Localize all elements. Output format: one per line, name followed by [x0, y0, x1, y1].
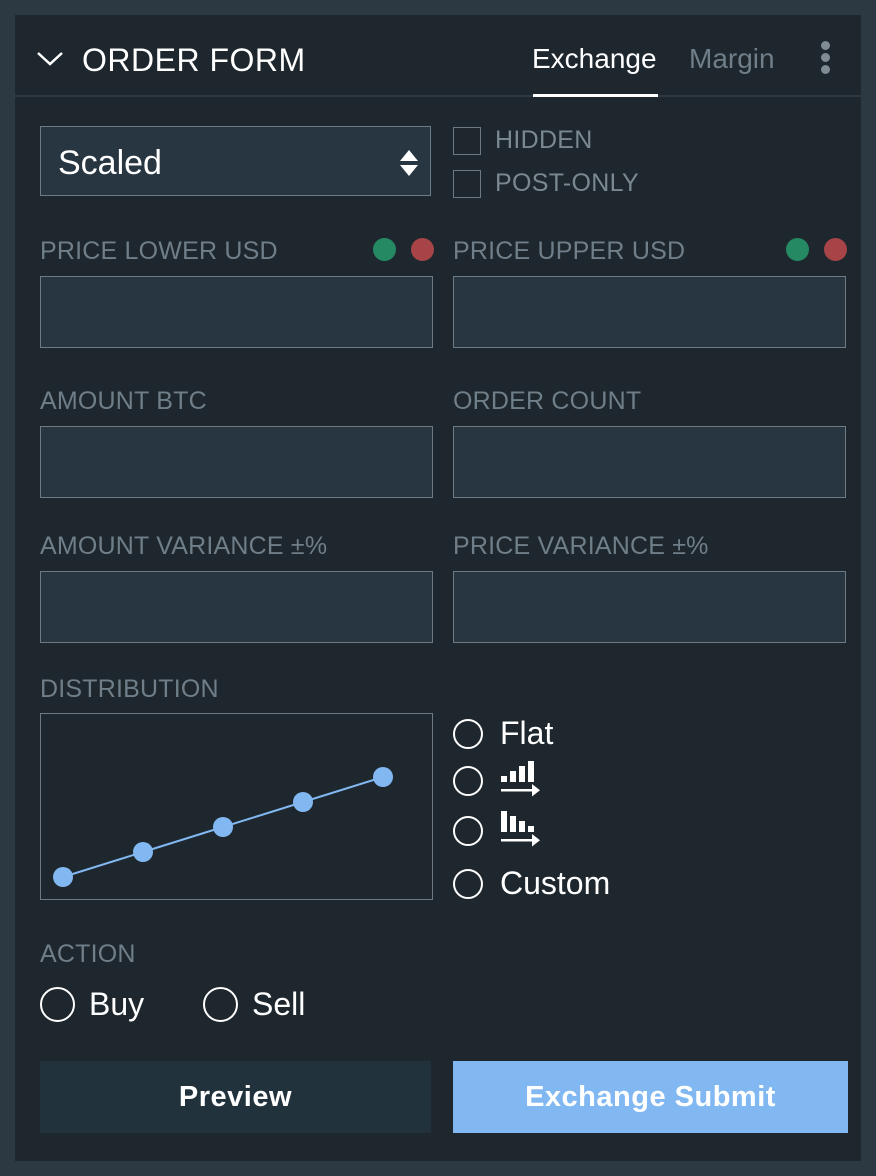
- active-tab-indicator: [533, 94, 658, 97]
- distribution-point[interactable]: [53, 867, 73, 887]
- hidden-checkbox-row[interactable]: HIDDEN: [453, 126, 593, 155]
- price-lower-bid-dot[interactable]: [373, 238, 396, 261]
- action-label: ACTION: [40, 940, 136, 968]
- radio-button[interactable]: [453, 868, 483, 899]
- amount-label: AMOUNT BTC: [40, 387, 207, 415]
- radio-button[interactable]: [453, 766, 483, 796]
- order-form-panel: ORDER FORM Exchange Margin Scaled HIDDEN…: [15, 15, 861, 1161]
- panel-header: ORDER FORM Exchange Margin: [15, 15, 861, 97]
- distribution-option-flat[interactable]: Flat: [453, 715, 553, 752]
- distribution-option-custom[interactable]: Custom: [453, 865, 610, 902]
- distribution-point[interactable]: [293, 792, 313, 812]
- kebab-dot: [820, 53, 830, 62]
- distribution-point[interactable]: [133, 842, 153, 862]
- amount-variance-label: AMOUNT VARIANCE ±%: [40, 532, 328, 560]
- post-only-checkbox-row[interactable]: POST-ONLY: [453, 169, 639, 198]
- tab-exchange[interactable]: Exchange: [532, 43, 657, 75]
- radio-button[interactable]: [203, 987, 238, 1022]
- kebab-dot: [820, 41, 830, 50]
- action-option-label: Buy: [89, 986, 145, 1022]
- distribution-point[interactable]: [373, 767, 393, 787]
- distribution-option-descending[interactable]: [453, 811, 542, 851]
- action-option-label: Sell: [252, 986, 306, 1022]
- distribution-option-ascending[interactable]: [453, 761, 542, 801]
- post-only-checkbox[interactable]: [453, 169, 481, 198]
- action-option-buy[interactable]: Buy: [40, 986, 144, 1023]
- price-variance-input[interactable]: [453, 571, 846, 643]
- order-type-value: Scaled: [58, 144, 162, 182]
- price-lower-ask-dot[interactable]: [411, 238, 434, 261]
- sort-arrows-icon: [400, 150, 418, 176]
- radio-button[interactable]: [453, 816, 483, 846]
- exchange-submit-button[interactable]: Exchange Submit: [453, 1061, 848, 1133]
- price-upper-label: PRICE UPPER USD: [453, 237, 686, 265]
- order-count-label: ORDER COUNT: [453, 387, 642, 415]
- amount-variance-input[interactable]: [40, 571, 433, 643]
- price-upper-ask-dot[interactable]: [824, 238, 847, 261]
- radio-button[interactable]: [40, 987, 75, 1022]
- order-type-select[interactable]: Scaled: [40, 126, 431, 196]
- action-option-sell[interactable]: Sell: [203, 986, 305, 1023]
- kebab-dot: [820, 65, 830, 74]
- chevron-down-icon[interactable]: [35, 49, 65, 69]
- price-lower-input[interactable]: [40, 276, 433, 348]
- distribution-label: DISTRIBUTION: [40, 675, 219, 703]
- distribution-point[interactable]: [213, 817, 233, 837]
- distribution-chart: [53, 767, 393, 887]
- price-lower-label: PRICE LOWER USD: [40, 237, 278, 265]
- radio-button[interactable]: [453, 718, 483, 749]
- amount-input[interactable]: [40, 426, 433, 498]
- distribution-option-label: Flat: [500, 715, 554, 751]
- price-upper-bid-dot[interactable]: [786, 238, 809, 261]
- panel-title: ORDER FORM: [82, 42, 306, 78]
- hidden-label: HIDDEN: [495, 126, 593, 154]
- kebab-menu-icon[interactable]: [818, 41, 832, 77]
- post-only-label: POST-ONLY: [495, 169, 639, 197]
- hidden-checkbox[interactable]: [453, 126, 481, 155]
- distribution-option-label: Custom: [500, 865, 611, 901]
- order-count-input[interactable]: [453, 426, 846, 498]
- descending-bars-arrow-icon: [501, 811, 540, 847]
- preview-button[interactable]: Preview: [40, 1061, 431, 1133]
- distribution-preview[interactable]: [40, 713, 433, 900]
- ascending-bars-arrow-icon: [501, 761, 540, 797]
- tab-margin[interactable]: Margin: [689, 43, 775, 75]
- price-variance-label: PRICE VARIANCE ±%: [453, 532, 709, 560]
- price-upper-input[interactable]: [453, 276, 846, 348]
